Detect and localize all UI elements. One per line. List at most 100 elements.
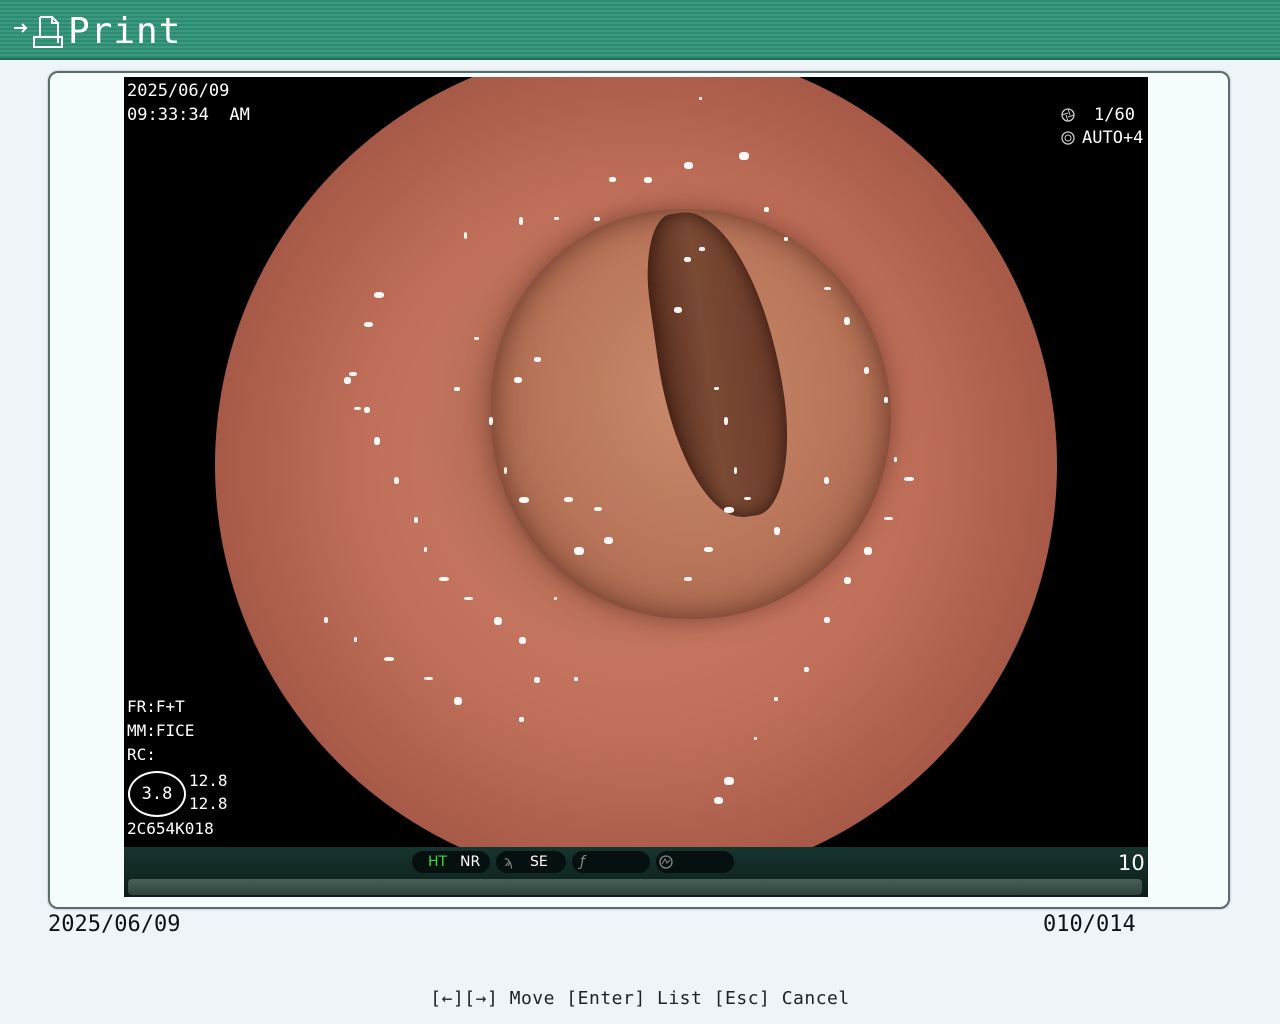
specular-highlight — [464, 597, 473, 600]
specular-highlight — [374, 292, 384, 298]
specular-highlight — [534, 357, 541, 362]
specular-highlight — [784, 237, 788, 241]
specular-highlight — [564, 497, 573, 502]
specular-highlight — [734, 467, 737, 474]
specular-highlight — [714, 387, 719, 390]
specular-highlight — [364, 322, 373, 327]
shutter-icon — [1061, 108, 1075, 122]
overlay-date: 2025/06/09 — [127, 81, 230, 101]
iris-icon — [1061, 131, 1075, 145]
progress-strip — [128, 879, 1142, 895]
rc-setting: RC: — [127, 745, 156, 764]
specular-highlight — [744, 497, 751, 500]
specular-highlight — [704, 547, 713, 552]
value-bottom: 12.8 — [189, 794, 228, 813]
specular-highlight — [489, 417, 493, 425]
specular-highlight — [894, 457, 897, 462]
specular-highlight — [554, 597, 557, 600]
edge-icon: ƒ — [580, 854, 585, 870]
specular-highlight — [494, 617, 502, 625]
specular-highlight — [754, 737, 757, 740]
image-counter: 010/014 — [1043, 912, 1136, 937]
circle-value: 3.8 — [128, 771, 186, 817]
title-bar: Print — [0, 0, 1280, 60]
specular-highlight — [554, 217, 559, 220]
specular-highlight — [724, 507, 734, 513]
specular-highlight — [454, 697, 462, 705]
specular-highlight — [364, 407, 370, 413]
status-bar: HT NR ϡ SE ƒ 10 — [124, 847, 1148, 897]
frame-number: 10 — [1118, 851, 1145, 875]
specular-highlight — [904, 477, 914, 481]
value-top: 12.8 — [189, 771, 228, 790]
specular-highlight — [714, 797, 723, 804]
specular-highlight — [774, 527, 780, 535]
specular-highlight — [824, 287, 831, 290]
specular-highlight — [519, 217, 523, 225]
document-icon — [33, 16, 63, 48]
specular-highlight — [804, 667, 809, 672]
specular-highlight — [519, 717, 524, 722]
specular-highlight — [684, 257, 691, 262]
footer-date: 2025/06/09 — [48, 912, 181, 937]
specular-highlight — [534, 677, 540, 683]
specular-highlight — [474, 337, 479, 340]
specular-highlight — [739, 152, 749, 160]
specular-highlight — [699, 247, 705, 251]
specular-highlight — [519, 637, 526, 644]
specular-highlight — [684, 162, 693, 169]
specular-highlight — [844, 317, 850, 325]
scope-id: 2C654K018 — [127, 819, 214, 838]
specular-highlight — [354, 407, 361, 410]
specular-highlight — [644, 177, 652, 183]
specular-highlight — [464, 232, 467, 239]
nr-label: NR — [460, 854, 481, 870]
specular-highlight — [684, 577, 692, 581]
specular-highlight — [424, 547, 427, 552]
specular-highlight — [354, 637, 357, 642]
endoscope-image[interactable]: 2025/06/09 09:33:34 AM 1/60 AUTO+4 FR:F+… — [124, 77, 1148, 897]
specular-highlight — [699, 97, 702, 100]
specular-highlight — [609, 177, 616, 182]
specular-highlight — [594, 217, 600, 221]
specular-highlight — [514, 377, 522, 383]
specular-highlight — [824, 617, 830, 623]
specular-highlight — [604, 537, 613, 544]
edge-pill: ƒ — [572, 851, 650, 873]
specular-highlight — [454, 387, 460, 391]
overlay-time: 09:33:34 AM — [127, 105, 250, 125]
specular-highlight — [374, 437, 380, 445]
se-pill: ϡ SE — [496, 851, 566, 873]
mode-icon — [659, 855, 673, 869]
specular-highlight — [414, 517, 418, 523]
mm-setting: MM:FICE — [127, 721, 195, 740]
specular-highlight — [594, 507, 602, 511]
specular-highlight — [504, 467, 507, 474]
specular-highlight — [519, 497, 529, 503]
ht-label: HT — [428, 854, 448, 870]
structure-icon: ϡ — [504, 854, 513, 870]
window-title: Print — [68, 11, 182, 52]
shutter-speed: 1/60 — [1094, 105, 1135, 125]
ht-nr-pill: HT NR — [412, 851, 490, 873]
specular-highlight — [764, 207, 769, 212]
specular-highlight — [344, 377, 351, 384]
fr-setting: FR:F+T — [127, 697, 185, 716]
specular-highlight — [324, 617, 328, 623]
specular-highlight — [439, 577, 449, 581]
specular-highlight — [864, 367, 869, 374]
specular-highlight — [824, 477, 829, 484]
specular-highlight — [774, 697, 778, 701]
iris-mode: AUTO+4 — [1082, 128, 1144, 148]
specular-highlight — [884, 397, 888, 403]
specular-highlight — [574, 547, 584, 555]
endoscope-view — [215, 77, 1057, 886]
specular-highlight — [574, 677, 578, 681]
specular-highlight — [884, 517, 893, 520]
mode-pill — [656, 851, 734, 873]
specular-highlight — [349, 372, 357, 376]
key-help: [←][→] Move [Enter] List [Esc] Cancel — [430, 988, 850, 1009]
specular-highlight — [864, 547, 872, 555]
specular-highlight — [674, 307, 682, 313]
se-label: SE — [530, 854, 548, 870]
